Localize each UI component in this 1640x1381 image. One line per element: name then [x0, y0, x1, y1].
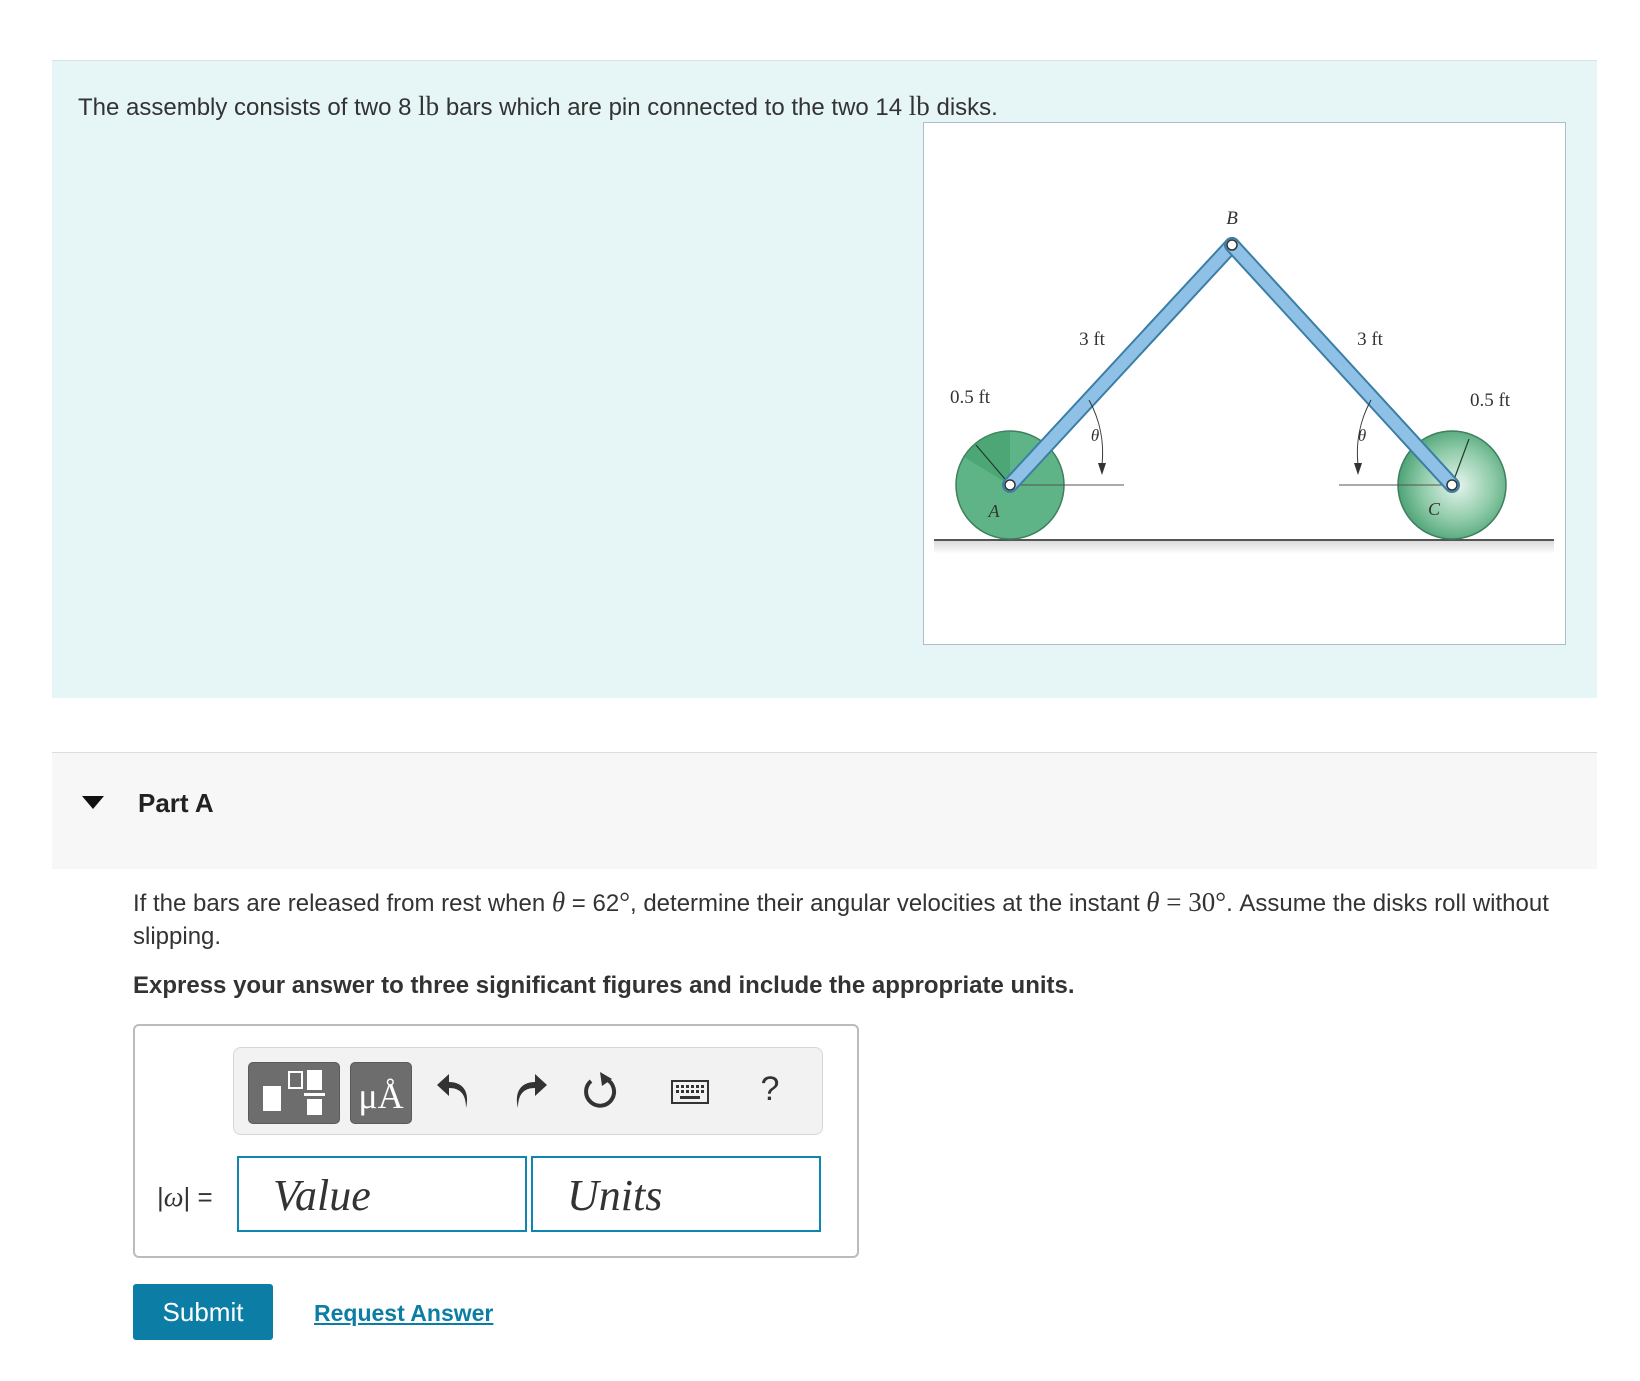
final-angle: = 30°: [1159, 887, 1227, 917]
bar-right: [1226, 239, 1458, 491]
theta-symbol-2: θ: [1146, 887, 1160, 917]
pin-a: [1004, 479, 1016, 491]
math-toolbar: μÅ ?: [233, 1047, 823, 1135]
question-mid: , determine their angular velocities at …: [630, 890, 1147, 917]
label-disk-left-radius: 0.5 ft: [950, 387, 991, 408]
abs-bar-open: |: [157, 1182, 164, 1212]
value-placeholder: Value: [273, 1171, 371, 1220]
templates-button[interactable]: [248, 1062, 340, 1124]
omega-symbol: ω: [163, 1182, 184, 1213]
keyboard-button[interactable]: [668, 1070, 712, 1114]
bar-left: [1004, 239, 1238, 491]
part-title: Part A: [138, 788, 214, 818]
help-button[interactable]: ?: [750, 1070, 790, 1109]
units-placeholder: Units: [567, 1171, 663, 1220]
units-input[interactable]: Units: [531, 1156, 821, 1232]
disk-weight-unit: lb: [908, 91, 930, 121]
initial-angle: = 62: [565, 890, 620, 917]
value-input[interactable]: Value: [237, 1156, 527, 1232]
answer-instruction: Express your answer to three significant…: [133, 972, 1075, 999]
request-answer-link[interactable]: Request Answer: [314, 1300, 493, 1327]
pin-b: [1226, 239, 1238, 251]
units-button[interactable]: μÅ: [350, 1062, 412, 1124]
intro-text-3: disks.: [929, 94, 998, 121]
ground-shading: [934, 540, 1554, 554]
label-bar-right-length: 3 ft: [1357, 329, 1384, 350]
theta-arc-right-arrow: [1354, 463, 1362, 475]
part-a-header[interactable]: Part A: [52, 752, 1597, 869]
submit-button[interactable]: Submit: [133, 1284, 273, 1340]
problem-panel: The assembly consists of two 8 lb bars w…: [52, 60, 1597, 698]
intro-text-1: The assembly consists of two 8: [78, 94, 419, 121]
assembly-diagram: B A C 3 ft 3 ft 0.5 ft 0.5 ft θ θ: [934, 208, 1554, 554]
label-a: A: [988, 501, 1001, 521]
undo-icon: [437, 1074, 468, 1108]
label-bar-left-length: 3 ft: [1079, 329, 1106, 350]
fraction-template-icon: [263, 1070, 325, 1115]
redo-icon: [516, 1074, 547, 1108]
collapse-caret-icon[interactable]: [82, 796, 104, 809]
answer-box: μÅ ? |ω| = Value Units: [133, 1024, 859, 1258]
keyboard-icon: [671, 1080, 709, 1104]
label-theta-left: θ: [1091, 426, 1099, 445]
redo-button[interactable]: [506, 1070, 552, 1114]
intro-text-2: bars which are pin connected to the two …: [439, 94, 909, 121]
degree-symbol: °: [619, 887, 630, 917]
question-pre: If the bars are released from rest when: [133, 890, 552, 917]
label-theta-right: θ: [1358, 426, 1366, 445]
label-b: B: [1226, 208, 1238, 229]
theta-arc-left-arrow: [1098, 463, 1106, 475]
undo-button[interactable]: [432, 1070, 478, 1114]
pin-c: [1446, 479, 1458, 491]
question-text: If the bars are released from rest when …: [133, 886, 1573, 953]
omega-label: |ω| =: [157, 1182, 213, 1214]
label-c: C: [1428, 499, 1441, 519]
units-button-label: μÅ: [358, 1076, 404, 1116]
bar-weight-unit: lb: [418, 91, 440, 121]
reset-button[interactable]: [576, 1070, 622, 1114]
abs-bar-close-equals: | =: [183, 1182, 213, 1212]
reset-icon: [584, 1072, 617, 1108]
theta-symbol-1: θ: [551, 887, 566, 917]
label-disk-right-radius: 0.5 ft: [1470, 390, 1511, 411]
problem-intro: The assembly consists of two 8 lb bars w…: [78, 91, 998, 122]
problem-figure: B A C 3 ft 3 ft 0.5 ft 0.5 ft θ θ: [923, 122, 1566, 645]
